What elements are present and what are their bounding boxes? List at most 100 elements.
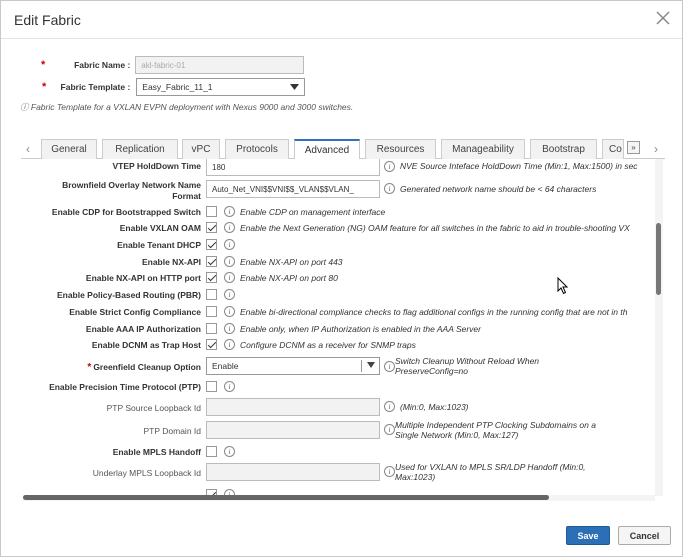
brownfield-network-input[interactable]: Auto_Net_VNI$$VNI$$_VLAN$$VLAN_ — [206, 180, 380, 198]
info-icon: i — [224, 339, 235, 350]
strict-compliance-checkbox[interactable] — [206, 306, 217, 317]
ptp-domain-input[interactable] — [206, 421, 380, 439]
nxapi-label: Enable NX-API — [141, 257, 201, 267]
vxlan-oam-checkbox[interactable] — [206, 222, 217, 233]
vtep-holddown-input[interactable]: 180 — [206, 159, 380, 176]
vertical-scrollbar-thumb[interactable] — [656, 223, 661, 295]
chevron-down-icon — [290, 84, 300, 90]
required-marker: * — [42, 81, 47, 93]
cancel-button[interactable]: Cancel — [618, 526, 671, 545]
trap-host-label: Enable DCNM as Trap Host — [91, 340, 201, 350]
tab-scroll-right-icon[interactable]: › — [649, 139, 663, 159]
info-icon: i — [224, 206, 235, 217]
pbr-checkbox[interactable] — [206, 289, 217, 300]
ptp-loopback-desc: (Min:0, Max:1023) — [400, 402, 469, 412]
dropdown-divider — [361, 360, 362, 372]
close-icon[interactable] — [655, 9, 671, 27]
info-icon: i — [224, 289, 235, 300]
mpls-handoff-checkbox[interactable] — [206, 446, 217, 457]
tenant-dhcp-checkbox[interactable] — [206, 239, 217, 250]
tab-manageability[interactable]: Manageability — [441, 139, 525, 159]
fabric-name-row: * Fabric Name : akl-fabric-01 — [41, 56, 305, 74]
tab-configuration-partial[interactable]: Co — [602, 139, 624, 159]
tab-advanced[interactable]: Advanced — [294, 139, 360, 160]
underlay-mpls-desc: Used for VXLAN to MPLS SR/LDP Handoff (M… — [395, 462, 586, 482]
info-icon: i — [224, 239, 235, 250]
save-button[interactable]: Save — [566, 526, 610, 545]
tab-replication[interactable]: Replication — [102, 139, 178, 159]
greenfield-cleanup-label-wrap: * Greenfield Cleanup Option — [87, 362, 201, 373]
advanced-settings-panel[interactable]: VTEP HoldDown Time 180 i NVE Source Inte… — [23, 159, 657, 496]
greenfield-cleanup-select[interactable]: Enable — [206, 357, 380, 375]
fabric-name-input: akl-fabric-01 — [135, 56, 305, 74]
tab-scroll-left-icon[interactable]: ‹ — [21, 139, 35, 159]
tabs-bar: ‹ General Replication vPC Protocols Adva… — [21, 139, 665, 160]
vxlan-oam-label: Enable VXLAN OAM — [119, 223, 201, 233]
brownfield-label-line2: Format — [172, 191, 201, 201]
ptp-domain-desc: Multiple Independent PTP Clocking Subdom… — [395, 420, 596, 440]
ptp-domain-label: PTP Domain Id — [143, 426, 201, 436]
nxapi-desc: Enable NX-API on port 443 — [240, 257, 343, 267]
nxapi-http-desc: Enable NX-API on port 80 — [240, 273, 338, 283]
tab-bootstrap[interactable]: Bootstrap — [530, 139, 597, 159]
brownfield-network-desc: Generated network name should be < 64 ch… — [400, 184, 597, 194]
tab-general[interactable]: General — [41, 139, 97, 159]
title-divider — [1, 38, 682, 39]
tab-protocols[interactable]: Protocols — [225, 139, 289, 159]
trap-host-checkbox[interactable] — [206, 339, 217, 350]
tab-vpc[interactable]: vPC — [182, 139, 220, 159]
ptp-loopback-label: PTP Source Loopback Id — [106, 403, 201, 413]
nxapi-checkbox[interactable] — [206, 256, 217, 267]
fabric-template-label: Fabric Template : — [60, 82, 131, 92]
ptp-loopback-input[interactable] — [206, 398, 380, 416]
vtep-holddown-desc: NVE Source Inteface HoldDown Time (Min:1… — [400, 161, 638, 171]
nxapi-http-label: Enable NX-API on HTTP port — [85, 273, 201, 283]
fabric-template-select[interactable]: Easy_Fabric_11_1 — [136, 78, 306, 96]
dialog-title: Edit Fabric — [14, 12, 81, 28]
template-note-text: Fabric Template for a VXLAN EVPN deploym… — [30, 102, 354, 112]
ptp-label: Enable Precision Time Protocol (PTP) — [49, 382, 201, 392]
vtep-holddown-label: VTEP HoldDown Time — [112, 161, 201, 171]
strict-compliance-desc: Enable bi-directional compliance checks … — [240, 307, 628, 317]
fabric-template-row: * Fabric Template : Easy_Fabric_11_1 — [42, 78, 306, 96]
tenant-dhcp-label: Enable Tenant DHCP — [117, 240, 201, 250]
tab-resources[interactable]: Resources — [365, 139, 436, 159]
strict-compliance-label: Enable Strict Config Compliance — [69, 307, 201, 317]
cdp-label: Enable CDP for Bootstrapped Switch — [51, 207, 201, 217]
brownfield-label-line1: Brownfield Overlay Network Name — [62, 180, 201, 190]
info-icon: i — [224, 256, 235, 267]
chevron-down-icon — [367, 362, 375, 368]
required-marker: * — [87, 362, 92, 373]
info-icon: i — [384, 361, 395, 372]
mouse-pointer-icon — [557, 277, 569, 295]
cdp-desc: Enable CDP on management interface — [240, 207, 386, 217]
ptp-checkbox[interactable] — [206, 381, 217, 392]
info-icon: i — [224, 306, 235, 317]
mpls-handoff-label: Enable MPLS Handoff — [112, 447, 201, 457]
info-icon: i — [224, 323, 235, 334]
underlay-mpls-label: Underlay MPLS Loopback Id — [92, 468, 201, 478]
tab-more-button[interactable]: » — [627, 141, 640, 154]
info-icon: i — [384, 161, 395, 172]
aaa-ip-auth-label: Enable AAA IP Authorization — [85, 324, 201, 334]
template-note: ⓘ Fabric Template for a VXLAN EVPN deplo… — [20, 101, 353, 113]
info-icon: i — [384, 424, 395, 435]
greenfield-cleanup-value: Enable — [212, 361, 239, 371]
info-icon: i — [384, 466, 395, 477]
greenfield-cleanup-desc: Switch Cleanup Without Reload When Prese… — [395, 356, 540, 376]
aaa-ip-auth-checkbox[interactable] — [206, 323, 217, 334]
cdp-checkbox[interactable] — [206, 206, 217, 217]
info-icon: i — [224, 272, 235, 283]
info-icon: i — [224, 381, 235, 392]
info-icon: i — [384, 401, 395, 412]
trap-host-desc: Configure DCNM as a receiver for SNMP tr… — [240, 340, 416, 350]
vxlan-oam-desc: Enable the Next Generation (NG) OAM feat… — [240, 223, 630, 233]
horizontal-scrollbar-thumb[interactable] — [23, 495, 549, 500]
nxapi-http-checkbox[interactable] — [206, 272, 217, 283]
greenfield-cleanup-label: Greenfield Cleanup Option — [93, 362, 201, 372]
aaa-ip-auth-desc: Enable only, when IP Authorization is en… — [240, 324, 481, 334]
underlay-mpls-input[interactable] — [206, 463, 380, 481]
vertical-scrollbar-track[interactable] — [655, 159, 663, 496]
info-icon: ⓘ — [20, 102, 29, 112]
info-icon: i — [384, 183, 395, 194]
